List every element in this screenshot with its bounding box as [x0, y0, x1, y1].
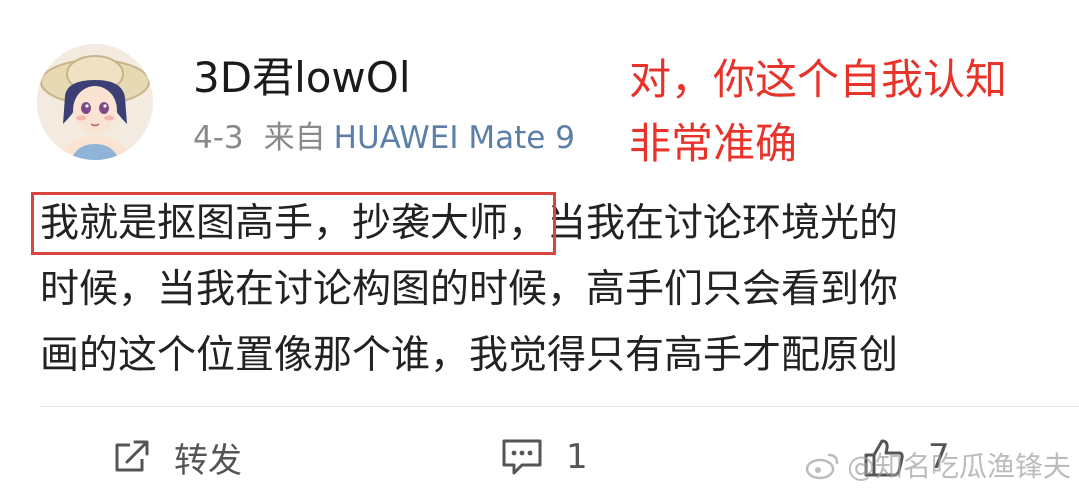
post-body: 我就是抠图高手，抄袭大师，当我在讨论环境光的 时候，当我在讨论构图的时候，高手们… — [30, 191, 1040, 389]
username[interactable]: 3D君lowOl — [193, 53, 411, 103]
post-body-line: 我就是抠图高手，抄袭大师，当我在讨论环境光的 — [30, 191, 1040, 257]
highlighted-text: 我就是抠图高手，抄袭大师， — [30, 192, 557, 255]
weibo-logo-icon — [805, 453, 839, 480]
repost-icon — [115, 440, 149, 472]
comment-button[interactable]: 1 — [500, 432, 588, 482]
repost-button[interactable]: 转发 — [112, 432, 242, 482]
post-body-text: 画的这个位置像那个谁，我觉得只有高手才配原创 — [40, 333, 899, 378]
avatar[interactable] — [37, 44, 153, 160]
annotation-line-2: 非常准确 — [629, 119, 798, 168]
post-device-link[interactable]: HUAWEI Mate 9 — [334, 120, 575, 156]
watermark: @知名吃瓜渔锋夫 — [805, 445, 1071, 485]
red-annotation: 对，你这个自我认知 非常准确 — [629, 48, 1007, 176]
comment-icon — [502, 439, 542, 475]
post-body-text: 时候，当我在讨论构图的时候，高手们只会看到你 — [40, 267, 899, 312]
post-body-line: 画的这个位置像那个谁，我觉得只有高手才配原创 — [40, 323, 1040, 389]
post-date: 4-3 — [193, 120, 244, 156]
divider — [40, 406, 1079, 407]
post-body-line: 时候，当我在讨论构图的时候，高手们只会看到你 — [40, 257, 1040, 323]
post-source-label: 来自 — [263, 120, 326, 156]
repost-label: 转发 — [174, 440, 242, 481]
post-body-text: 当我在讨论环境光的 — [547, 201, 899, 246]
watermark-text: @知名吃瓜渔锋夫 — [846, 450, 1071, 483]
comment-count: 1 — [566, 437, 588, 477]
annotation-line-1: 对，你这个自我认知 — [629, 55, 1008, 104]
avatar-image — [37, 44, 153, 160]
post-meta: 4-3 来自 HUAWEI Mate 9 — [193, 118, 575, 158]
